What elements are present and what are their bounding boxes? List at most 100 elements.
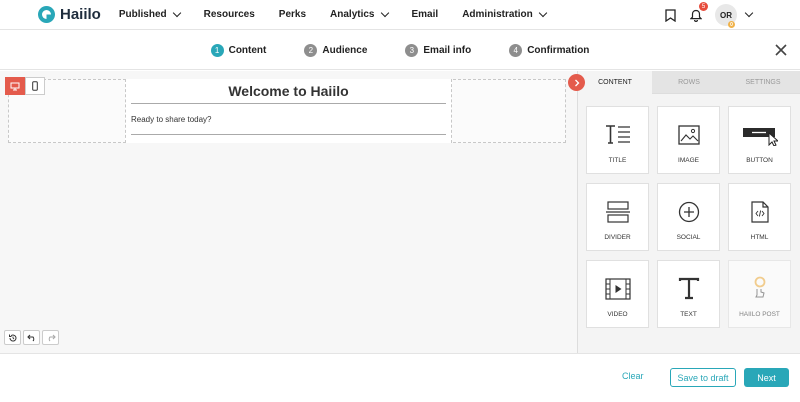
avatar[interactable]: OR 0 <box>715 4 737 28</box>
block-video[interactable]: VIDEO <box>586 260 649 328</box>
step-label: Content <box>228 44 267 56</box>
block-divider[interactable]: DIVIDER <box>586 183 649 251</box>
nav-item-published[interactable]: Published <box>118 8 181 20</box>
block-label: TEXT <box>680 311 697 318</box>
block-html[interactable]: HTML <box>728 183 791 251</box>
image-icon <box>677 125 700 145</box>
redo-button[interactable] <box>42 330 59 345</box>
divider-icon <box>605 201 630 223</box>
panel-tabs: CONTENT ROWS SETTINGS <box>578 71 800 94</box>
nav-item-administration[interactable]: Administration <box>462 8 547 20</box>
text-icon <box>678 277 699 300</box>
desktop-view-button[interactable] <box>5 77 25 95</box>
avatar-initials: OR <box>720 10 732 20</box>
desktop-icon <box>10 82 20 90</box>
collapse-panel-button[interactable] <box>568 74 585 91</box>
block-social[interactable]: SOCIAL <box>657 183 720 251</box>
tab-rows[interactable]: ROWS <box>652 71 726 94</box>
block-haiilo-post[interactable]: HAIILO POST <box>728 260 791 328</box>
save-to-draft-button[interactable]: Save to draft <box>670 368 736 387</box>
step-email-info[interactable]: 3 Email info <box>405 43 472 57</box>
step-label: Audience <box>322 44 368 56</box>
top-navigation: Haiilo Published Resources Perks Analyti… <box>0 0 800 30</box>
block-label: IMAGE <box>678 157 699 164</box>
chevron-right-icon <box>574 79 579 86</box>
step-number: 4 <box>509 43 523 57</box>
block-label: TITLE <box>608 157 627 164</box>
undo-button[interactable] <box>23 330 40 345</box>
bell-icon <box>690 9 702 22</box>
step-number: 2 <box>304 43 318 57</box>
bookmark-button[interactable] <box>661 6 679 24</box>
block-label: VIDEO <box>607 311 628 318</box>
mobile-icon <box>32 81 38 91</box>
clear-button[interactable]: Clear <box>622 371 644 381</box>
bookmark-icon <box>664 8 676 22</box>
notification-badge: 5 <box>699 2 708 11</box>
nav-item-label: Resources <box>203 9 255 20</box>
nav-item-label: Administration <box>462 9 533 20</box>
chevron-down-icon <box>538 8 547 17</box>
step-number: 3 <box>405 43 419 57</box>
step-label: Confirmation <box>527 44 590 56</box>
email-content-column[interactable]: Welcome to Haiilo Ready to share today? <box>125 79 452 143</box>
email-editor-canvas[interactable]: Welcome to Haiilo Ready to share today? <box>0 71 578 353</box>
haiilo-post-icon <box>754 276 765 298</box>
block-label: DIVIDER <box>604 234 631 241</box>
avatar-badge: 0 <box>728 21 735 28</box>
step-audience[interactable]: 2 Audience <box>304 43 368 57</box>
block-label: SOCIAL <box>676 234 701 241</box>
haiilo-logo[interactable]: Haiilo <box>38 6 101 23</box>
step-label: Email info <box>423 44 472 56</box>
block-label: HAIILO POST <box>739 311 780 318</box>
history-button[interactable] <box>4 330 21 345</box>
email-divider[interactable] <box>131 103 446 104</box>
block-title[interactable]: TITLE <box>586 106 649 174</box>
chevron-down-icon <box>172 8 181 17</box>
close-icon[interactable] <box>775 44 787 56</box>
history-icon <box>8 334 16 341</box>
chevron-down-icon <box>380 8 389 17</box>
undo-icon <box>26 334 34 341</box>
block-text[interactable]: TEXT <box>657 260 720 328</box>
nav-item-label: Email <box>411 9 439 20</box>
block-image[interactable]: IMAGE <box>657 106 720 174</box>
haiilo-logo-icon <box>38 6 55 23</box>
nav-item-label: Published <box>118 9 167 20</box>
block-label: BUTTON <box>746 157 773 164</box>
mobile-view-button[interactable] <box>25 77 45 95</box>
block-button[interactable]: BUTTON <box>728 106 791 174</box>
email-text[interactable]: Ready to share today? <box>131 115 212 124</box>
brand-name: Haiilo <box>60 6 101 23</box>
button-icon <box>742 128 778 146</box>
history-controls <box>4 330 61 345</box>
email-divider[interactable] <box>131 134 446 135</box>
next-button[interactable]: Next <box>744 368 789 387</box>
video-icon <box>604 278 631 300</box>
footer-actions: Clear Save to draft Next <box>0 353 800 402</box>
nav-item-label: Perks <box>278 9 307 20</box>
nav-item-analytics[interactable]: Analytics <box>330 8 389 20</box>
nav-item-resources[interactable]: Resources <box>204 9 255 20</box>
block-label: HTML <box>750 234 769 241</box>
nav-item-perks[interactable]: Perks <box>279 9 306 20</box>
nav-user-area: 5 OR 0 <box>653 0 754 30</box>
tab-content[interactable]: CONTENT <box>578 71 652 94</box>
step-content[interactable]: 1 Content <box>210 43 267 57</box>
step-number: 1 <box>210 43 224 57</box>
tab-settings[interactable]: SETTINGS <box>726 71 800 94</box>
nav-item-label: Analytics <box>330 9 375 20</box>
notifications-button[interactable]: 5 <box>687 2 708 24</box>
redo-icon <box>48 334 56 341</box>
content-blocks-panel: CONTENT ROWS SETTINGS TITLE IMAGE BUTTON… <box>578 71 800 353</box>
step-confirmation[interactable]: 4 Confirmation <box>509 43 590 57</box>
social-icon <box>678 201 699 223</box>
email-title[interactable]: Welcome to Haiilo <box>126 83 451 99</box>
title-icon <box>605 125 630 144</box>
chevron-down-icon[interactable] <box>744 8 754 18</box>
wizard-stepper: 1 Content 2 Audience 3 Email info 4 Confirma… <box>0 31 800 70</box>
view-toggle <box>5 77 45 95</box>
html-icon <box>750 201 769 223</box>
email-row[interactable]: Welcome to Haiilo Ready to share today? <box>8 79 566 143</box>
nav-item-email[interactable]: Email <box>412 9 439 20</box>
